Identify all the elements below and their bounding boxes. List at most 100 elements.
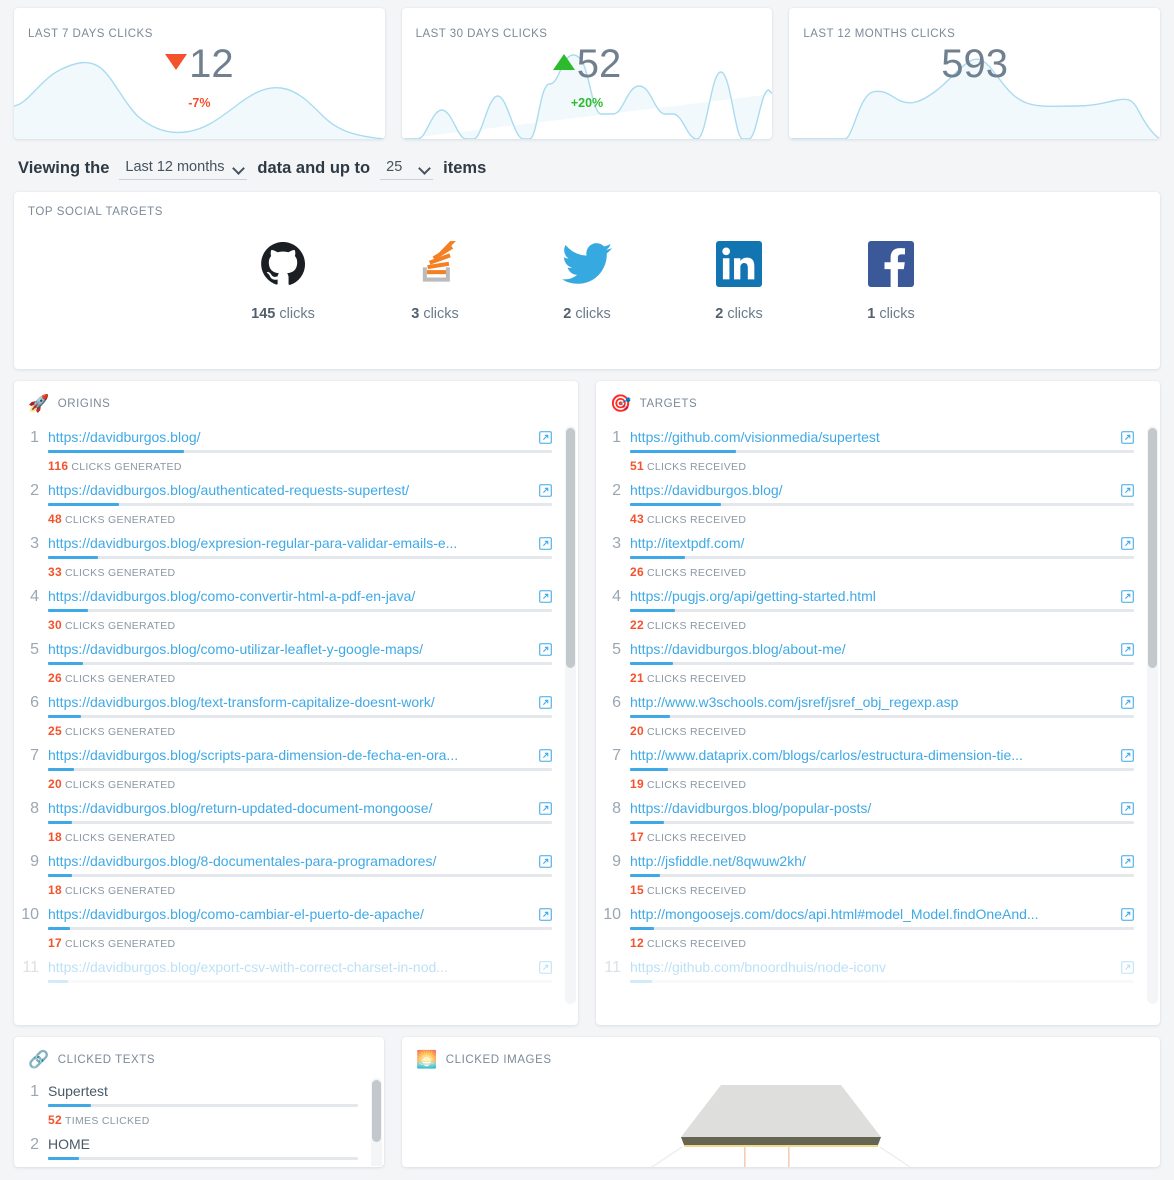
scrollbar-thumb[interactable] <box>566 428 575 668</box>
list-item-link[interactable]: https://davidburgos.blog/como-utilizar-l… <box>48 640 531 659</box>
list-item-count: 18 <box>48 883 62 897</box>
external-link-icon[interactable] <box>539 537 552 550</box>
external-link-icon[interactable] <box>539 484 552 497</box>
list-item-link[interactable]: https://pugjs.org/api/getting-started.ht… <box>630 587 1113 606</box>
scrollbar-thumb[interactable] <box>372 1080 381 1142</box>
external-link-icon[interactable] <box>539 908 552 921</box>
external-link-icon[interactable] <box>539 961 552 974</box>
external-link-icon[interactable] <box>539 431 552 444</box>
list-item-link[interactable]: http://jsfiddle.net/8qwuw2kh/ <box>630 852 1113 871</box>
trend-up-icon <box>553 54 575 70</box>
list-item-link[interactable]: https://davidburgos.blog/ <box>630 481 1113 500</box>
list-item-link[interactable]: https://github.com/bnoordhuis/node-iconv <box>630 958 1113 977</box>
list-item-metric-label: CLICKS GENERATED <box>65 885 175 897</box>
list-item-metric: 21CLICKS RECEIVED <box>630 671 1134 685</box>
list-item-count: 30 <box>48 618 62 632</box>
list-item: 6http://www.w3schools.com/jsref/jsref_ob… <box>596 687 1134 740</box>
social-clicks-text: 1 clicks <box>841 306 941 322</box>
external-link-icon[interactable] <box>539 749 552 762</box>
list-item-top: http://itextpdf.com/ <box>630 534 1134 553</box>
list-item-link[interactable]: https://davidburgos.blog/text-transform-… <box>48 693 531 712</box>
list-item-link[interactable]: https://davidburgos.blog/8-documentales-… <box>48 852 531 871</box>
social-item-twitter[interactable]: 2 clicks <box>537 236 637 322</box>
external-link-icon[interactable] <box>1121 749 1134 762</box>
social-click-unit: clicks <box>727 306 762 322</box>
list-item-link[interactable]: https://github.com/visionmedia/supertest <box>630 428 1113 447</box>
list-item-link[interactable]: https://davidburgos.blog/expresion-regul… <box>48 534 531 553</box>
external-link-icon[interactable] <box>1121 643 1134 656</box>
origins-list: 1https://davidburgos.blog/116CLICKS GENE… <box>14 422 578 1010</box>
list-item-bar-fill <box>48 503 119 506</box>
list-item-count: 22 <box>630 618 644 632</box>
origins-scrollbar[interactable] <box>565 426 576 1004</box>
list-item-link[interactable]: http://mongoosejs.com/docs/api.html#mode… <box>630 905 1113 924</box>
list-item: 6https://davidburgos.blog/text-transform… <box>14 687 552 740</box>
clicked-image-thumbnail[interactable] <box>402 1081 1160 1167</box>
social-item-linkedin[interactable]: 2 clicks <box>689 236 789 322</box>
list-item-metric: 48CLICKS GENERATED <box>48 512 552 526</box>
targets-panel-header: 🎯 TARGETS <box>596 381 1160 412</box>
stat-card-label: LAST 7 DAYS CLICKS <box>28 28 153 40</box>
date-range-select[interactable]: Last 7 daysLast 30 daysLast 12 months <box>119 156 247 179</box>
list-item-link[interactable]: https://davidburgos.blog/export-csv-with… <box>48 958 531 977</box>
list-item-bar <box>630 609 1134 612</box>
list-item-body: https://davidburgos.blog/authenticated-r… <box>48 481 552 526</box>
external-link-icon[interactable] <box>539 855 552 868</box>
stackoverflow-icon <box>385 236 485 292</box>
external-link-icon[interactable] <box>1121 802 1134 815</box>
list-item: 10http://mongoosejs.com/docs/api.html#mo… <box>596 899 1134 952</box>
external-link-icon[interactable] <box>1121 855 1134 868</box>
external-link-icon[interactable] <box>1121 431 1134 444</box>
list-item-metric-label: CLICKS GENERATED <box>65 567 175 579</box>
list-item-link[interactable]: https://davidburgos.blog/scripts-para-di… <box>48 746 531 765</box>
list-item-body: http://itextpdf.com/26CLICKS RECEIVED <box>630 534 1134 579</box>
list-item-metric-label: CLICKS RECEIVED <box>647 673 746 685</box>
list-item-count: 19 <box>630 777 644 791</box>
list-item-top: HOME <box>48 1135 358 1154</box>
list-item-link[interactable]: https://davidburgos.blog/ <box>48 428 531 447</box>
list-item-top: https://github.com/bnoordhuis/node-iconv <box>630 958 1134 977</box>
external-link-icon[interactable] <box>539 643 552 656</box>
list-item-link[interactable]: https://davidburgos.blog/authenticated-r… <box>48 481 531 500</box>
github-icon <box>233 236 333 292</box>
items-count-select[interactable]: 102550100 <box>380 156 433 179</box>
scrollbar-thumb[interactable] <box>1148 428 1157 668</box>
stat-card-last-30-days: LAST 30 DAYS CLICKS 52 +20% <box>402 8 773 139</box>
list-item-rank: 8 <box>14 799 48 819</box>
range-select-wrapper[interactable]: Last 7 daysLast 30 daysLast 12 months <box>119 156 247 180</box>
external-link-icon[interactable] <box>1121 961 1134 974</box>
list-item-metric: 52TIMES CLICKED <box>48 1113 358 1127</box>
list-item-link[interactable]: http://www.dataprix.com/blogs/carlos/est… <box>630 746 1113 765</box>
social-click-unit: clicks <box>423 306 458 322</box>
list-item-rank: 6 <box>14 693 48 713</box>
list-item-link[interactable]: https://davidburgos.blog/popular-posts/ <box>630 799 1113 818</box>
social-item-facebook[interactable]: 1 clicks <box>841 236 941 322</box>
list-item-body: https://davidburgos.blog/export-csv-with… <box>48 958 552 989</box>
external-link-icon[interactable] <box>539 590 552 603</box>
list-item: 3https://davidburgos.blog/expresion-regu… <box>14 528 552 581</box>
list-item-link[interactable]: https://davidburgos.blog/about-me/ <box>630 640 1113 659</box>
list-item-top: https://davidburgos.blog/popular-posts/ <box>630 799 1134 818</box>
social-item-github[interactable]: 145 clicks <box>233 236 333 322</box>
external-link-icon[interactable] <box>1121 696 1134 709</box>
targets-scrollbar[interactable] <box>1147 426 1158 1004</box>
list-item-metric: 18CLICKS GENERATED <box>48 883 552 897</box>
list-item-link[interactable]: http://www.w3schools.com/jsref/jsref_obj… <box>630 693 1113 712</box>
list-item-link[interactable]: https://davidburgos.blog/return-updated-… <box>48 799 531 818</box>
external-link-icon[interactable] <box>539 802 552 815</box>
list-item-link[interactable]: https://davidburgos.blog/como-cambiar-el… <box>48 905 531 924</box>
external-link-icon[interactable] <box>1121 537 1134 550</box>
list-item-link[interactable]: http://itextpdf.com/ <box>630 534 1113 553</box>
list-item-bar-fill <box>630 980 652 983</box>
external-link-icon[interactable] <box>1121 590 1134 603</box>
external-link-icon[interactable] <box>1121 908 1134 921</box>
list-item-link[interactable]: https://davidburgos.blog/como-convertir-… <box>48 587 531 606</box>
list-item-rank: 4 <box>596 587 630 607</box>
items-select-wrapper[interactable]: 102550100 <box>380 156 433 180</box>
external-link-icon[interactable] <box>1121 484 1134 497</box>
social-item-stackoverflow[interactable]: 3 clicks <box>385 236 485 322</box>
list-item-rank: 10 <box>14 905 48 925</box>
clicked-texts-scrollbar[interactable] <box>371 1078 382 1166</box>
external-link-icon[interactable] <box>539 696 552 709</box>
list-item-bar <box>630 662 1134 665</box>
